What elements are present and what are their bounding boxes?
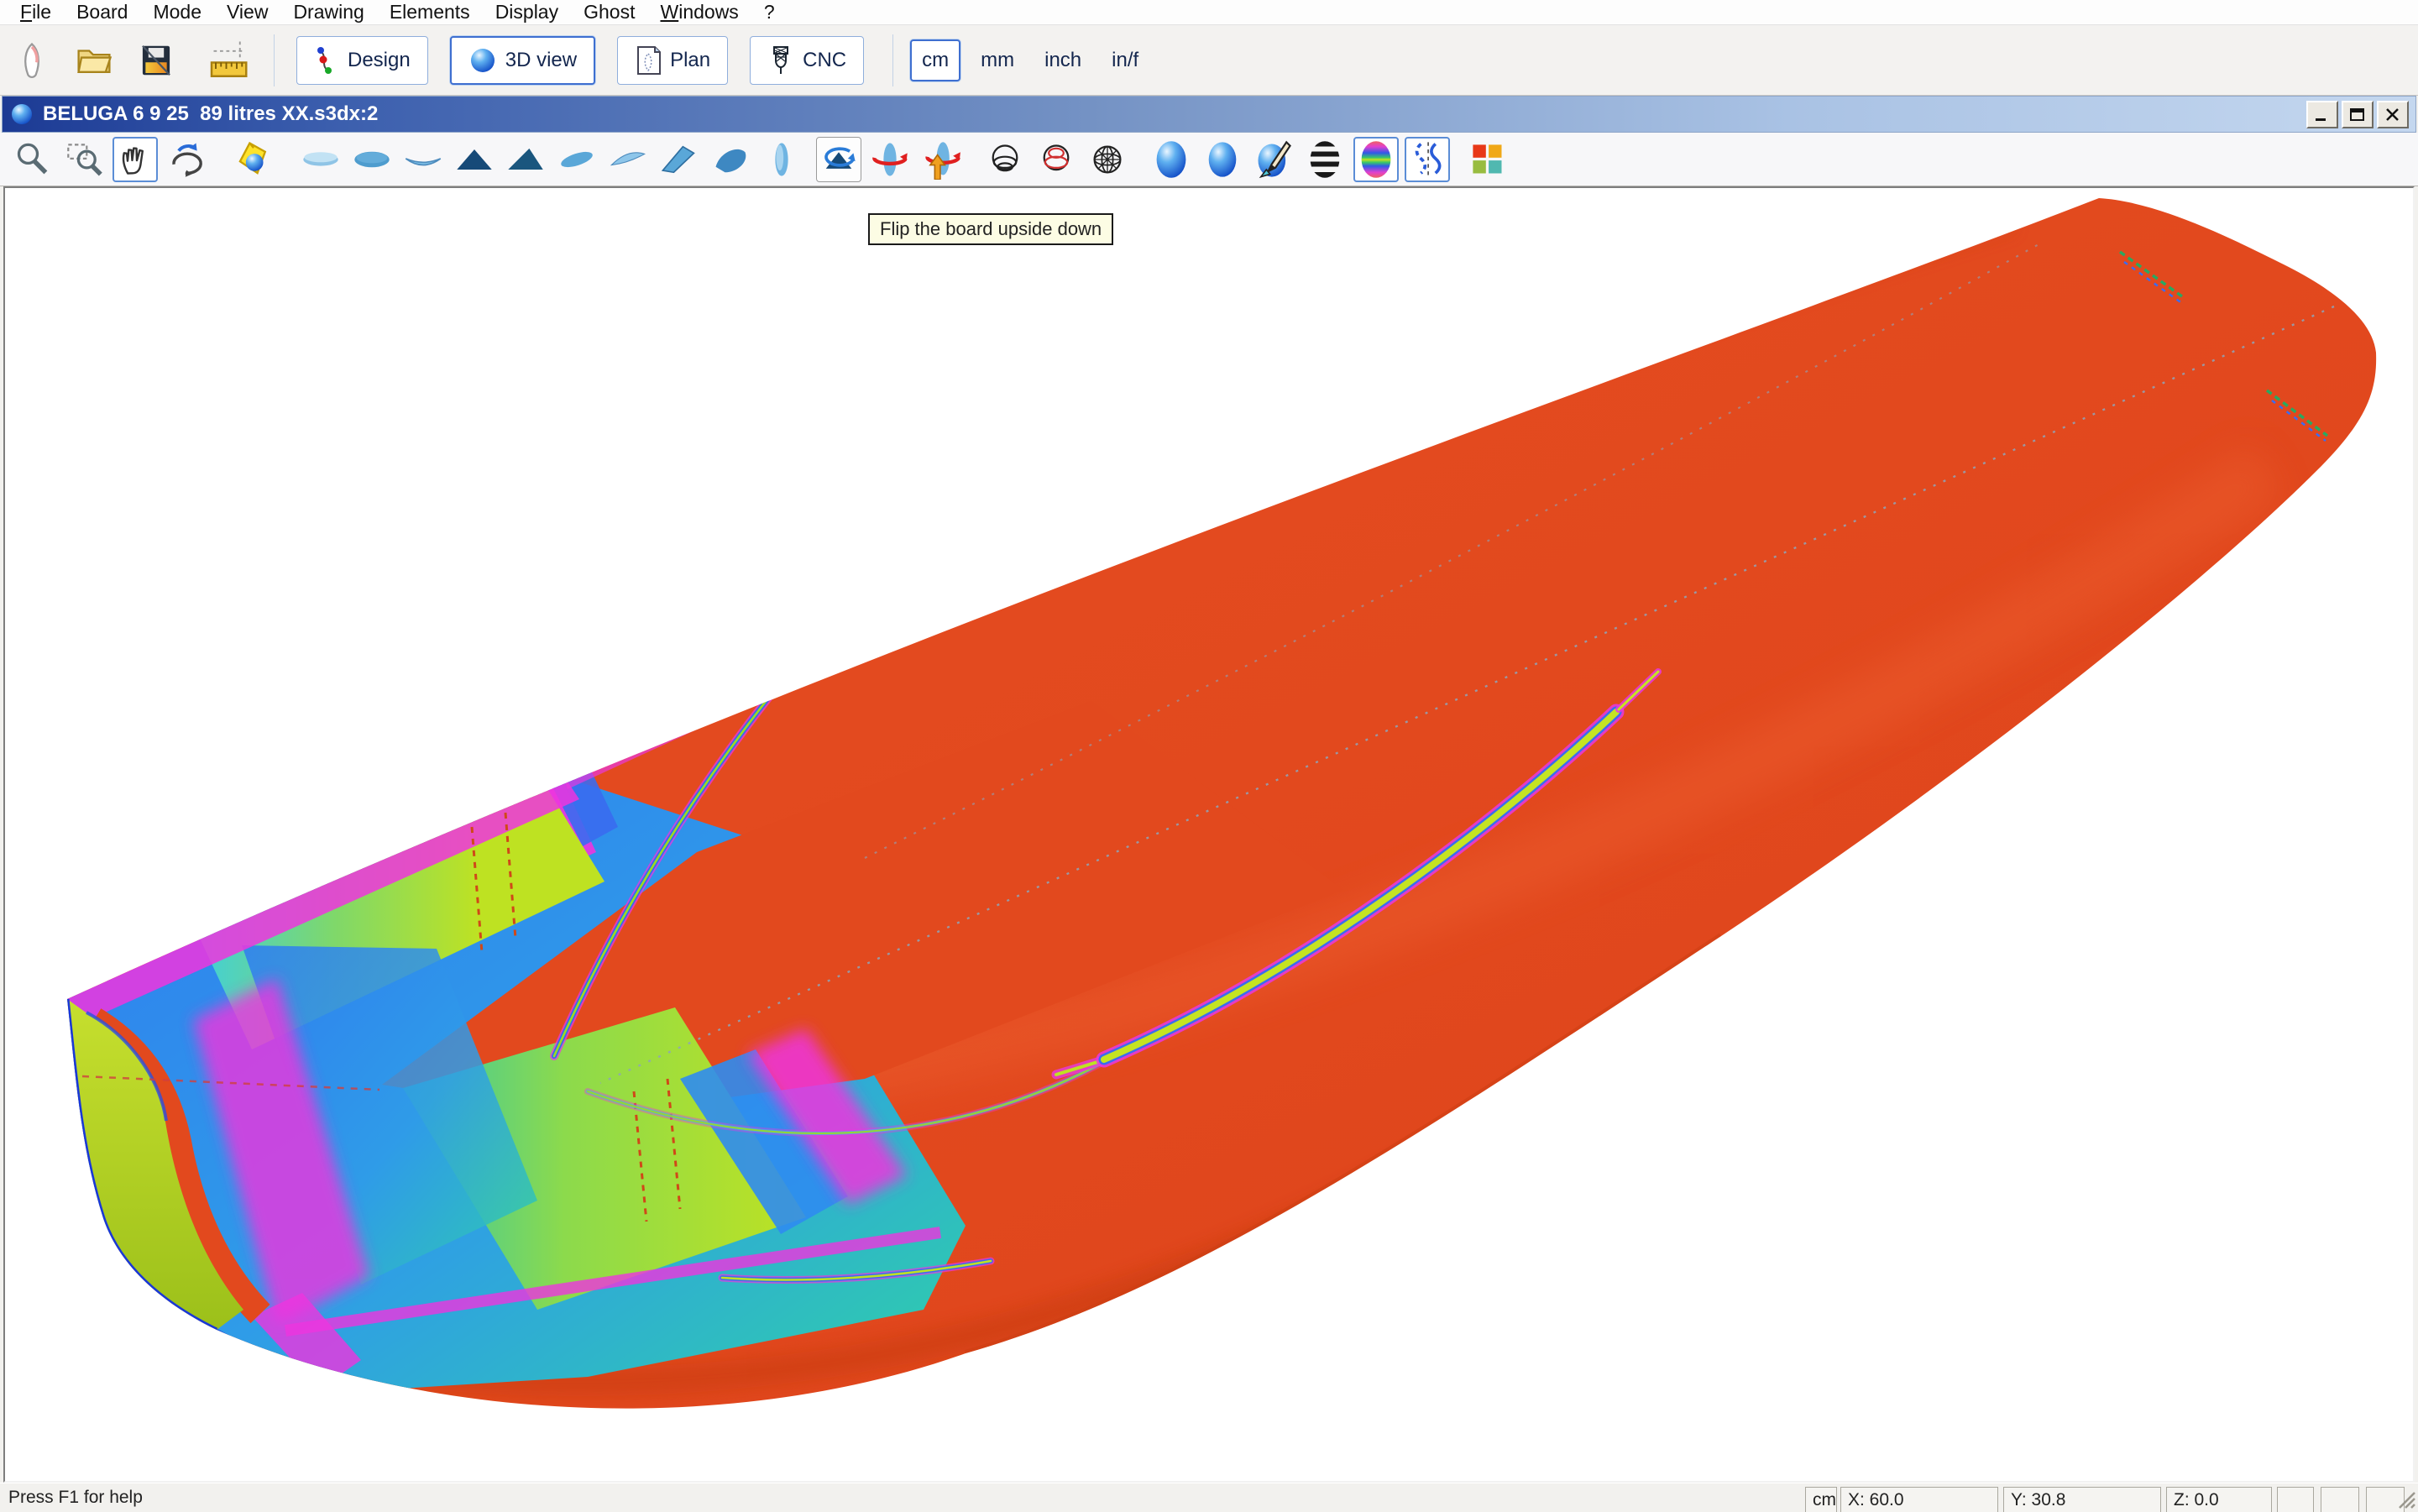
symmetry-curves-icon[interactable] [1405, 137, 1450, 182]
maximize-button[interactable] [2342, 101, 2374, 128]
design-mode-label: Design [348, 49, 411, 72]
cnc-mode-button[interactable]: CNC [750, 36, 864, 85]
wireframe-icon[interactable] [982, 137, 1028, 182]
unit-inf-button[interactable]: in/f [1102, 39, 1149, 81]
zoom-window-icon[interactable] [61, 137, 107, 182]
plan-mode-button[interactable]: Plan [617, 36, 728, 85]
measure-ruler-icon[interactable] [207, 39, 250, 82]
render-zebra-icon[interactable] [1302, 137, 1348, 182]
main-toolbar: Design 3D view Plan CNC cm mm inch in/f [0, 25, 2418, 96]
menu-file[interactable]: File [20, 1, 51, 24]
render-solid-icon[interactable] [1149, 137, 1194, 182]
light-icon[interactable] [231, 137, 276, 182]
unit-cm-button[interactable]: cm [910, 39, 960, 81]
status-x-coordinate: X: 60.0 [1840, 1487, 1998, 1512]
view-side-2-icon[interactable] [503, 137, 548, 182]
document-title-bar[interactable]: BELUGA 6 9 25 89 litres XX.s3dx:2 [2, 96, 2416, 133]
status-unit: cm [1805, 1487, 1837, 1512]
status-help-text: Press F1 for help [8, 1488, 143, 1508]
status-empty-field [2277, 1487, 2314, 1512]
plan-mode-label: Plan [670, 49, 710, 72]
view-front-icon[interactable] [400, 137, 446, 182]
status-z-coordinate: Z: 0.0 [2166, 1487, 2272, 1512]
toolbar-separator [892, 34, 893, 86]
shape3d-app: File Board Mode View Drawing Elements Di… [0, 0, 2418, 1511]
menu-help[interactable]: ? [764, 1, 775, 24]
board-outline-icon[interactable] [10, 39, 54, 82]
view-perspective-2-icon[interactable] [708, 137, 753, 182]
cnc-mode-label: CNC [803, 49, 846, 72]
menu-ghost[interactable]: Ghost [584, 1, 635, 24]
menu-display[interactable]: Display [495, 1, 558, 24]
menu-mode[interactable]: Mode [153, 1, 202, 24]
view-top-icon[interactable] [298, 137, 343, 182]
render-paint-icon[interactable] [1251, 137, 1296, 182]
design-mode-button[interactable]: Design [296, 36, 428, 85]
unit-mm-button[interactable]: mm [971, 39, 1024, 81]
save-icon[interactable] [134, 39, 178, 82]
open-folder-icon[interactable] [72, 39, 116, 82]
view-perspective-1-icon[interactable] [657, 137, 702, 182]
wireframe-mesh-icon[interactable] [1085, 137, 1130, 182]
menu-board[interactable]: Board [76, 1, 128, 24]
board-3d-render[interactable] [5, 188, 2413, 1481]
menu-bar: File Board Mode View Drawing Elements Di… [0, 0, 2418, 25]
menu-elements[interactable]: Elements [390, 1, 470, 24]
toolbar-separator [274, 34, 275, 86]
menu-drawing[interactable]: Drawing [293, 1, 364, 24]
rotate-3d-icon[interactable] [164, 137, 209, 182]
3d-viewport[interactable] [3, 186, 2415, 1483]
window-colors-icon[interactable] [1465, 137, 1510, 182]
resize-grip[interactable] [2394, 1488, 2416, 1509]
spin-vertical-icon[interactable] [919, 137, 964, 182]
status-bar: Press F1 for help cm X: 60.0 Y: 30.8 Z: … [0, 1483, 2418, 1511]
flip-upside-down-icon[interactable] [816, 137, 861, 182]
document-title: BELUGA 6 9 25 89 litres XX.s3dx:2 [43, 102, 378, 126]
3d-view-mode-button[interactable]: 3D view [450, 36, 595, 85]
zoom-icon[interactable] [10, 137, 55, 182]
view-tilt-1-icon[interactable] [554, 137, 599, 182]
tooltip: Flip the board upside down [868, 213, 1113, 245]
menu-view[interactable]: View [227, 1, 268, 24]
minimize-button[interactable] [2306, 101, 2338, 128]
status-empty-field [2321, 1487, 2359, 1512]
curvature-map-icon[interactable] [1353, 137, 1399, 182]
view-nose-icon[interactable] [759, 137, 804, 182]
spin-horizontal-icon[interactable] [867, 137, 913, 182]
status-y-coordinate: Y: 30.8 [2003, 1487, 2161, 1512]
menu-windows[interactable]: Windows [660, 1, 738, 24]
tooltip-text: Flip the board upside down [880, 218, 1102, 240]
view-tilt-2-icon[interactable] [605, 137, 651, 182]
close-button[interactable] [2377, 101, 2409, 128]
3d-view-mode-label: 3D view [505, 49, 577, 72]
render-smooth-icon[interactable] [1200, 137, 1245, 182]
view-side-icon[interactable] [452, 137, 497, 182]
view-bottom-icon[interactable] [349, 137, 395, 182]
unit-inch-button[interactable]: inch [1034, 39, 1091, 81]
pan-icon[interactable] [113, 137, 158, 182]
document-icon [9, 102, 34, 127]
view-toolbar [0, 133, 2418, 186]
wireframe-slices-icon[interactable] [1034, 137, 1079, 182]
